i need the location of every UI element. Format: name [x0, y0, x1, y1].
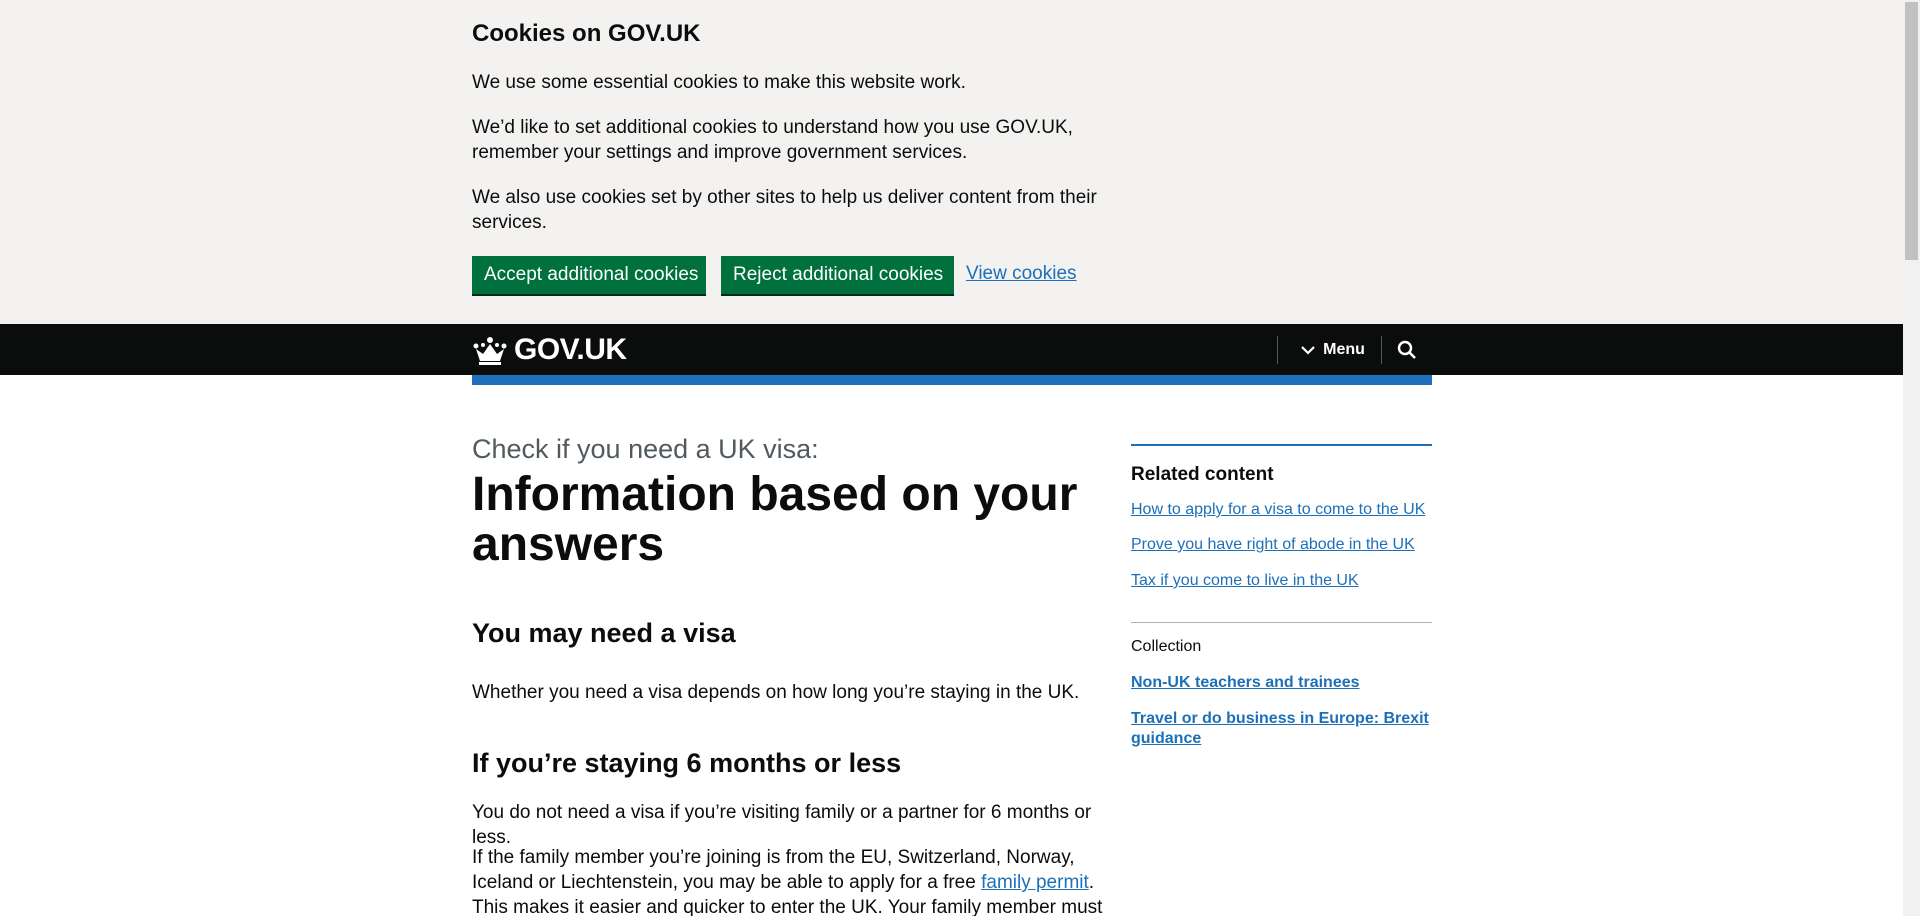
section-text-visa-depends: Whether you need a visa depends on how l… — [472, 682, 1080, 703]
sidebar-top-border — [1131, 444, 1432, 446]
cookie-banner-title: Cookies on GOV.UK — [472, 20, 701, 47]
section-heading-may-need-visa: You may need a visa — [472, 618, 736, 648]
view-cookies-link[interactable]: View cookies — [966, 263, 1077, 285]
page-caption: Check if you need a UK visa: — [472, 434, 819, 464]
related-link-right-of-abode[interactable]: Prove you have right of abode in the UK — [1131, 536, 1415, 554]
menu-button[interactable]: Menu — [1287, 324, 1379, 375]
scrollbar[interactable] — [1903, 0, 1920, 916]
collection-label: Collection — [1131, 638, 1202, 655]
cookie-banner-text-additional: We’d like to set additional cookies to u… — [472, 117, 1073, 163]
chevron-down-icon — [1301, 345, 1315, 355]
header-accent-bar — [472, 375, 1432, 385]
family-permit-link[interactable]: family permit — [981, 872, 1089, 893]
sidebar-divider — [1131, 622, 1432, 623]
site-header: GOV.UK Menu — [0, 324, 1903, 375]
search-icon — [1397, 340, 1416, 359]
page: Cookies on GOV.UK We use some essential … — [0, 0, 1920, 916]
related-content-title: Related content — [1131, 464, 1274, 485]
section-text-family-permit: If the family member you’re joining is f… — [472, 845, 1112, 916]
scrollbar-thumb[interactable] — [1905, 2, 1918, 260]
collection-link-brexit[interactable]: Travel or do business in Europe: Brexit … — [1131, 709, 1432, 749]
crown-icon — [473, 337, 507, 365]
logo-text: GOV.UK — [514, 333, 627, 366]
section-heading-six-months: If you’re staying 6 months or less — [472, 748, 902, 778]
section-text-visiting-family: You do not need a visa if you’re visitin… — [472, 802, 1092, 848]
cookie-banner-text-other-sites: We also use cookies set by other sites t… — [472, 187, 1097, 233]
menu-label: Menu — [1323, 340, 1365, 358]
related-link-apply-visa[interactable]: How to apply for a visa to come to the U… — [1131, 501, 1425, 519]
header-divider — [1277, 336, 1278, 364]
govuk-logo-link[interactable]: GOV.UK — [472, 333, 627, 366]
cookie-banner: Cookies on GOV.UK We use some essential … — [0, 0, 1903, 324]
search-button[interactable] — [1382, 324, 1432, 375]
cookie-banner-text-essential: We use some essential cookies to make th… — [472, 72, 966, 93]
reject-cookies-button[interactable]: Reject additional cookies — [721, 256, 954, 294]
page-title: Information based on your answers — [472, 468, 1078, 571]
accept-cookies-button[interactable]: Accept additional cookies — [472, 256, 706, 294]
collection-link-teachers[interactable]: Non-UK teachers and trainees — [1131, 673, 1432, 693]
related-link-tax[interactable]: Tax if you come to live in the UK — [1131, 572, 1359, 590]
